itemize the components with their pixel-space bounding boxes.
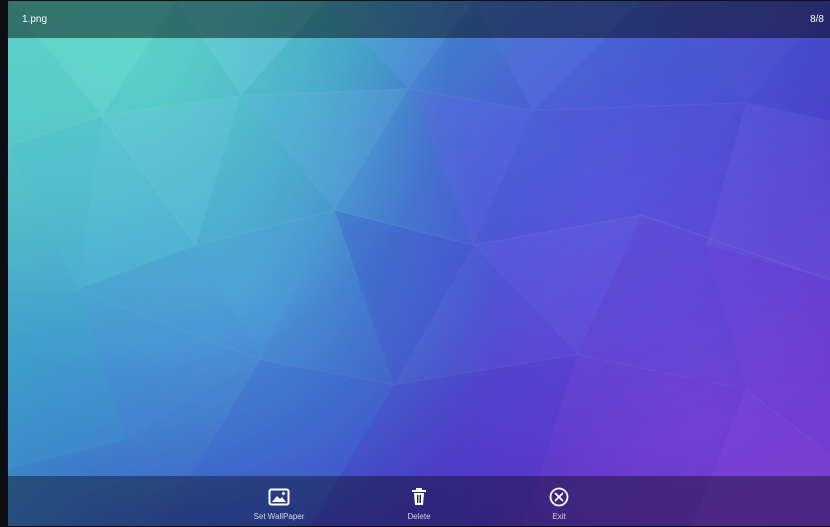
viewer-header: 1.png 8/8: [8, 1, 830, 38]
set-wallpaper-label: Set WallPaper: [253, 512, 305, 521]
viewer-action-bar: Set WallPaper Delete Exit: [8, 476, 830, 526]
delete-label: Delete: [407, 512, 431, 521]
wallpaper-preview: [8, 1, 830, 526]
trash-icon: [407, 486, 431, 508]
exit-label: Exit: [552, 512, 566, 521]
exit-button[interactable]: Exit: [489, 476, 629, 526]
image-counter: 8/8: [810, 14, 824, 25]
image-icon: [267, 486, 291, 508]
image-viewer: 1.png 8/8 Set WallPaper Delete Exit: [0, 0, 830, 527]
close-circle-icon: [547, 486, 571, 508]
delete-button[interactable]: Delete: [349, 476, 489, 526]
low-poly-wallpaper: [8, 1, 830, 526]
set-wallpaper-button[interactable]: Set WallPaper: [209, 476, 349, 526]
image-filename: 1.png: [22, 14, 48, 25]
